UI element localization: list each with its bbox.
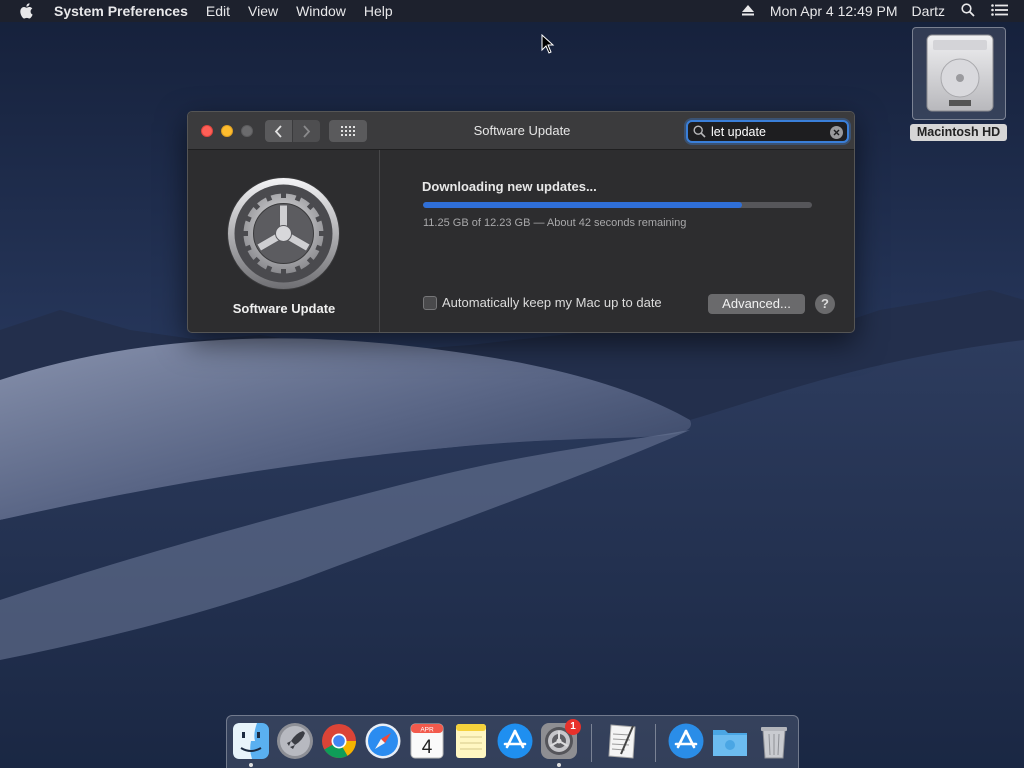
menu-help[interactable]: Help — [364, 0, 393, 22]
search-icon — [693, 125, 707, 139]
grid-icon — [341, 126, 355, 136]
download-progress-fill — [423, 202, 742, 208]
chrome-icon[interactable] — [320, 722, 358, 760]
download-detail: 11.25 GB of 12.23 GB — About 42 seconds … — [423, 217, 687, 229]
help-button[interactable]: ? — [815, 294, 835, 314]
system-preferences-badge: 1 — [565, 719, 581, 735]
chevron-left-icon — [274, 124, 282, 138]
sidebar-title: Software Update — [232, 301, 336, 316]
sidebar: Software Update — [188, 150, 380, 332]
download-status: Downloading new updates... — [422, 179, 597, 194]
safari-icon[interactable] — [364, 722, 402, 760]
update-panel: Downloading new updates... 11.25 GB of 1… — [381, 150, 854, 332]
calendar-day: 4 — [422, 737, 433, 758]
menu-window[interactable]: Window — [296, 0, 346, 22]
notification-center-icon[interactable] — [991, 3, 1008, 19]
menu-bar: System Preferences Edit View Window Help… — [0, 0, 1024, 22]
auto-update-option[interactable]: Automatically keep my Mac up to date — [423, 295, 662, 310]
apple-logo-icon[interactable] — [19, 3, 37, 19]
software-update-window: Software Update let update Software Upda… — [187, 111, 855, 333]
macintosh-hd-label[interactable]: Macintosh HD — [910, 124, 1007, 141]
textedit-icon[interactable] — [603, 722, 641, 760]
dock: APR 4 1 — [226, 715, 799, 768]
finder-icon[interactable] — [232, 722, 270, 760]
dock-separator — [591, 724, 592, 762]
calendar-month: APR — [420, 727, 434, 734]
spotlight-search-icon[interactable] — [961, 2, 975, 20]
downloads-folder-icon[interactable] — [711, 722, 749, 760]
window-titlebar[interactable]: Software Update — [188, 112, 854, 150]
system-preferences-running-indicator — [557, 763, 561, 767]
applications-folder-icon[interactable] — [667, 722, 705, 760]
menu-clock[interactable]: Mon Apr 4 12:49 PM — [770, 3, 898, 19]
zoom-window-button[interactable] — [241, 125, 253, 137]
launchpad-icon[interactable] — [276, 722, 314, 760]
dock-separator — [655, 724, 656, 762]
back-button[interactable] — [265, 120, 292, 142]
software-update-gear-icon — [227, 177, 340, 290]
notes-icon[interactable] — [452, 722, 490, 760]
finder-running-indicator — [249, 763, 253, 767]
eject-icon[interactable] — [741, 3, 754, 19]
download-progress-bar — [423, 202, 812, 208]
forward-button[interactable] — [293, 120, 320, 142]
close-window-button[interactable] — [201, 125, 213, 137]
trash-icon[interactable] — [755, 722, 793, 760]
search-field[interactable] — [686, 120, 849, 143]
menu-edit[interactable]: Edit — [206, 0, 230, 22]
clear-search-icon[interactable] — [830, 126, 843, 139]
macintosh-hd-icon[interactable] — [912, 27, 1006, 120]
app-store-icon[interactable] — [496, 722, 534, 760]
mouse-cursor-icon — [541, 34, 555, 54]
search-input[interactable] — [711, 124, 829, 139]
menu-view[interactable]: View — [248, 0, 278, 22]
calendar-icon[interactable]: APR 4 — [408, 722, 446, 760]
menu-user[interactable]: Dartz — [912, 3, 945, 19]
chevron-right-icon — [303, 124, 311, 138]
auto-update-label[interactable]: Automatically keep my Mac up to date — [442, 295, 662, 310]
auto-update-checkbox[interactable] — [423, 295, 437, 310]
advanced-button[interactable]: Advanced... — [708, 294, 805, 314]
show-all-button[interactable] — [329, 120, 367, 142]
menu-app-name[interactable]: System Preferences — [54, 0, 188, 22]
minimize-window-button[interactable] — [221, 125, 233, 137]
